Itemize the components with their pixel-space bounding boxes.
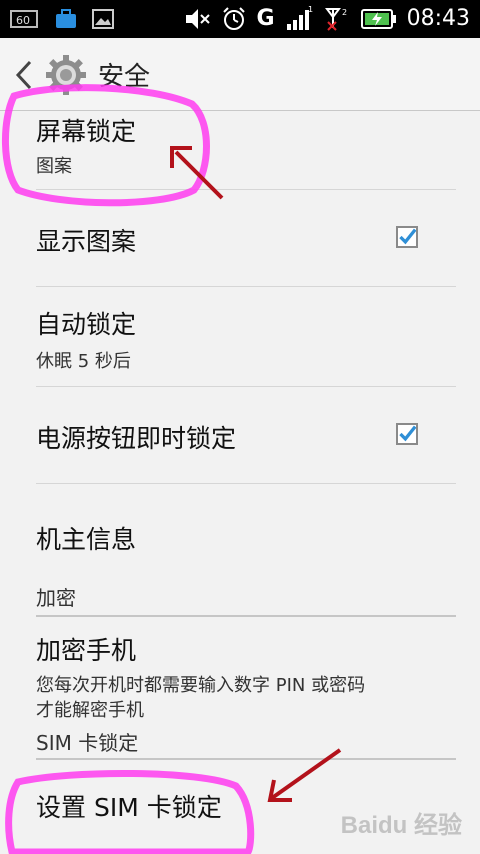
alarm-icon [222, 7, 245, 30]
show-pattern-checkbox[interactable] [396, 226, 418, 248]
signal-icon: 1 [286, 6, 313, 30]
show-pattern-title: 显示图案 [36, 227, 137, 256]
back-chevron-icon[interactable] [14, 60, 34, 90]
sim2-label: 2 [342, 8, 347, 17]
screen-lock-item[interactable]: 屏幕锁定 图案 [36, 110, 456, 190]
encrypt-phone-summary: 您每次开机时都需要输入数字 PIN 或密码 才能解密手机 [36, 675, 366, 721]
screen-lock-title: 屏幕锁定 [36, 117, 137, 146]
battery-charging-icon [360, 9, 396, 29]
encrypt-phone-item[interactable]: 加密手机 您每次开机时都需要输入数字 PIN 或密码 才能解密手机 [36, 617, 456, 721]
power-button-lock-title: 电源按钮即时锁定 [36, 424, 237, 453]
encrypt-phone-title: 加密手机 [36, 636, 137, 665]
sim1-label: 1 [308, 6, 313, 14]
image-icon [92, 9, 114, 29]
no-signal-icon: 2 [324, 8, 347, 31]
status-time: 08:43 [406, 6, 470, 31]
baidu-watermark: Baidu 经验 [340, 812, 462, 839]
battery-small-label: 60 [16, 14, 30, 27]
owner-info-title: 机主信息 [36, 525, 137, 554]
briefcase-icon [56, 9, 76, 28]
gear-icon [46, 55, 86, 95]
mute-icon [185, 9, 210, 29]
power-button-lock-item[interactable]: 电源按钮即时锁定 [36, 387, 456, 484]
status-right-icons: G 1 2 08:43 [183, 4, 470, 34]
section-header-encryption: 加密 [36, 582, 456, 617]
owner-info-item[interactable]: 机主信息 [36, 484, 456, 582]
status-left-icons: 60 [10, 8, 114, 30]
action-bar: 安全 [0, 38, 480, 111]
network-type: G [256, 6, 275, 31]
page-title: 安全 [98, 62, 151, 92]
section-sim-lock-label: SIM 卡锁定 [36, 731, 139, 755]
status-bar: 60 G 1 2 08:43 [0, 0, 480, 38]
show-pattern-item[interactable]: 显示图案 [36, 190, 456, 287]
auto-lock-summary: 休眠 5 秒后 [36, 351, 131, 372]
section-encryption-label: 加密 [36, 586, 76, 610]
auto-lock-title: 自动锁定 [36, 310, 137, 339]
battery-small-icon: 60 [10, 10, 38, 28]
set-sim-lock-title: 设置 SIM 卡锁定 [36, 793, 222, 822]
screen-lock-summary: 图案 [36, 156, 72, 177]
auto-lock-item[interactable]: 自动锁定 休眠 5 秒后 [36, 287, 456, 387]
power-button-lock-checkbox[interactable] [396, 423, 418, 445]
settings-list: 屏幕锁定 图案 显示图案 自动锁定 休眠 5 秒后 电源按钮即时锁定 机主信息 … [0, 110, 480, 824]
